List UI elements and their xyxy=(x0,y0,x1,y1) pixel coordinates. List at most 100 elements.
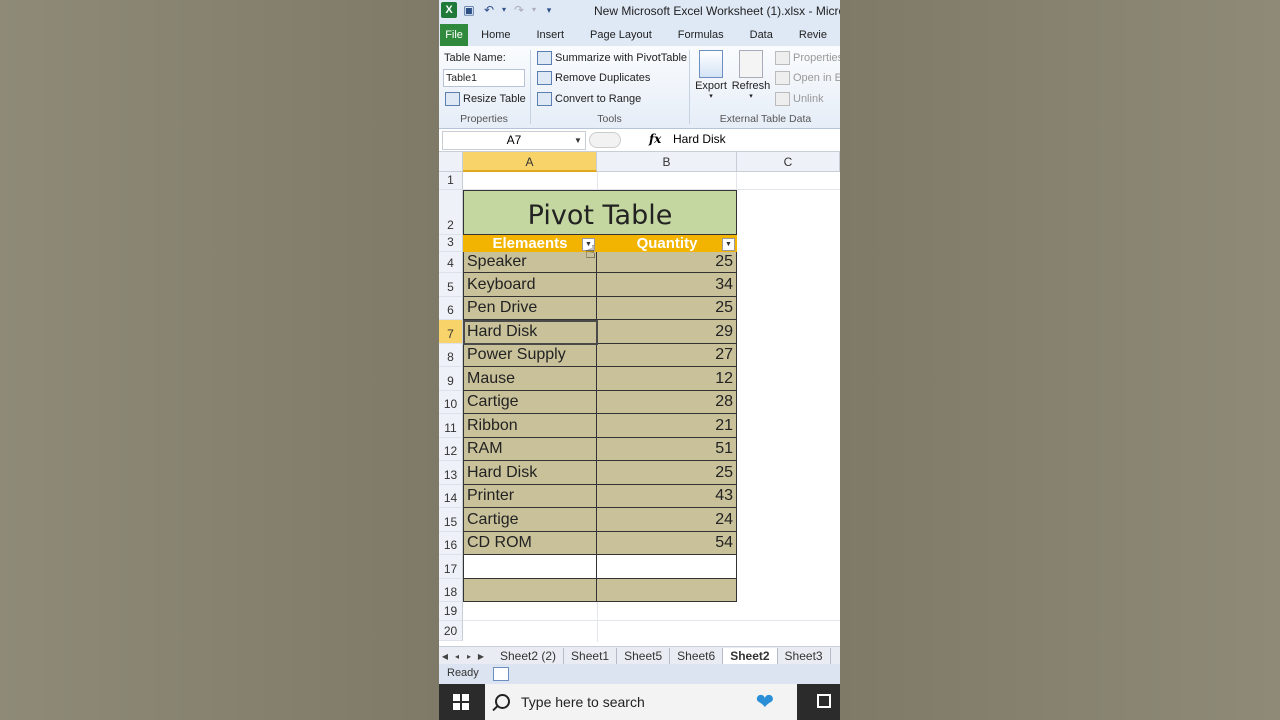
tab-home[interactable]: Home xyxy=(468,24,523,46)
open-in-browser-button[interactable]: Open in E xyxy=(775,71,840,85)
row-header-6[interactable]: 6 xyxy=(439,297,463,320)
filter-dropdown-icon[interactable]: ▼ xyxy=(722,238,735,251)
table-cell-quantity[interactable]: 29 xyxy=(597,320,737,344)
row-header-9[interactable]: 9 xyxy=(439,367,463,391)
formula-input[interactable]: Hard Disk xyxy=(673,132,726,146)
tab-page-layout[interactable]: Page Layout xyxy=(577,24,665,46)
row-header-13[interactable]: 13 xyxy=(439,461,463,485)
name-box[interactable]: A7 xyxy=(442,131,586,150)
table-cell-quantity[interactable]: 25 xyxy=(597,252,737,273)
row-header-16[interactable]: 16 xyxy=(439,532,463,555)
insert-function-icon[interactable]: fx xyxy=(649,132,661,146)
customize-toolbar-icon[interactable]: ▾ xyxy=(541,2,557,18)
table-cell-element[interactable]: Printer xyxy=(463,485,597,508)
sheet-tab-sheet6[interactable]: Sheet6 xyxy=(670,648,724,664)
resize-table-button[interactable]: Resize Table xyxy=(445,92,526,106)
export-button[interactable]: Export ▾ xyxy=(691,50,731,100)
table-cell-element[interactable]: Hard Disk xyxy=(463,320,597,344)
name-box-dropdown-icon[interactable]: ▼ xyxy=(574,136,582,145)
taskbar-search[interactable]: Type here to search ❤ xyxy=(485,684,797,720)
table-cell-quantity[interactable]: 25 xyxy=(597,297,737,320)
row-header-10[interactable]: 10 xyxy=(439,391,463,414)
table-cell-element[interactable]: RAM xyxy=(463,438,597,461)
row-header-15[interactable]: 15 xyxy=(439,508,463,532)
row-header-5[interactable]: 5 xyxy=(439,273,463,297)
table-cell-element[interactable]: Power Supply xyxy=(463,344,597,367)
sheet-tab-sheet5[interactable]: Sheet5 xyxy=(617,648,671,664)
tab-formulas[interactable]: Formulas xyxy=(665,24,737,46)
table-cell-quantity[interactable]: 43 xyxy=(597,485,737,508)
formula-bar-splitter[interactable] xyxy=(589,132,621,148)
task-view-icon[interactable] xyxy=(817,694,831,708)
properties-button[interactable]: Properties xyxy=(775,51,840,65)
table-cell-element[interactable]: Keyboard xyxy=(463,273,597,297)
header-elements[interactable]: Elemaents xyxy=(463,235,597,252)
table-cell-element[interactable]: Mause xyxy=(463,367,597,391)
row-header-19[interactable]: 19 xyxy=(439,602,463,621)
tab-data[interactable]: Data xyxy=(737,24,786,46)
sheet-tab-sheet3[interactable]: Sheet3 xyxy=(778,648,831,664)
refresh-button[interactable]: Refresh ▾ xyxy=(731,50,771,100)
header-quantity[interactable]: Quantity xyxy=(597,235,737,252)
windows-start-icon[interactable] xyxy=(453,694,469,710)
excel-logo-icon[interactable]: X xyxy=(441,2,457,18)
row-header-12[interactable]: 12 xyxy=(439,438,463,461)
row-header-18[interactable]: 18 xyxy=(439,579,463,602)
row-header-4[interactable]: 4 xyxy=(439,252,463,273)
last-sheet-icon[interactable]: ▶ xyxy=(475,652,487,661)
summarize-pivot-button[interactable]: Summarize with PivotTable xyxy=(537,51,687,65)
remove-duplicates-button[interactable]: Remove Duplicates xyxy=(537,71,650,85)
redo-icon[interactable]: ↷ xyxy=(511,2,527,18)
table-cell-quantity[interactable]: 27 xyxy=(597,344,737,367)
table-cell-quantity[interactable]: 28 xyxy=(597,391,737,414)
table-cell-element[interactable]: CD ROM xyxy=(463,532,597,555)
table-cell-quantity[interactable]: 54 xyxy=(597,532,737,555)
table-cell-element[interactable]: Ribbon xyxy=(463,414,597,438)
tab-insert[interactable]: Insert xyxy=(523,24,577,46)
next-sheet-icon[interactable]: ▸ xyxy=(463,652,475,661)
table-cell-empty[interactable] xyxy=(463,579,597,602)
convert-to-range-button[interactable]: Convert to Range xyxy=(537,92,641,106)
table-cell-quantity[interactable]: 25 xyxy=(597,461,737,485)
table-cell-quantity[interactable]: 34 xyxy=(597,273,737,297)
row-header-20[interactable]: 20 xyxy=(439,621,463,641)
table-name-input[interactable]: Table1 xyxy=(443,69,525,87)
pivot-table-title[interactable]: Pivot Table xyxy=(463,190,737,235)
column-header-b[interactable]: B xyxy=(597,152,737,172)
table-cell-quantity[interactable]: 24 xyxy=(597,508,737,532)
table-cell-element[interactable]: Pen Drive xyxy=(463,297,597,320)
tab-review[interactable]: Revie xyxy=(786,24,840,46)
table-cell-quantity[interactable]: 51 xyxy=(597,438,737,461)
table-cell-empty[interactable] xyxy=(597,579,737,602)
unlink-button[interactable]: Unlink xyxy=(775,92,824,106)
row-header-17[interactable]: 17 xyxy=(439,555,463,579)
table-cell-quantity[interactable]: 21 xyxy=(597,414,737,438)
table-cell-element[interactable]: Cartige xyxy=(463,508,597,532)
row-header-11[interactable]: 11 xyxy=(439,414,463,438)
redo-dropdown-icon[interactable]: ▾ xyxy=(531,2,537,18)
row-header-14[interactable]: 14 xyxy=(439,485,463,508)
sheet-tab-sheet2[interactable]: Sheet2 xyxy=(723,648,778,664)
column-header-a[interactable]: A xyxy=(463,152,597,172)
table-cell-element[interactable]: Hard Disk xyxy=(463,461,597,485)
undo-icon[interactable]: ↶ xyxy=(481,2,497,18)
select-all-corner[interactable] xyxy=(439,152,463,172)
table-cell-empty[interactable] xyxy=(463,555,597,579)
tab-file[interactable]: File xyxy=(440,24,469,46)
macro-record-icon[interactable] xyxy=(493,667,509,681)
column-header-c[interactable]: C xyxy=(737,152,840,172)
sheet-tab-sheet1[interactable]: Sheet1 xyxy=(564,648,618,664)
table-cell-element[interactable]: Cartige xyxy=(463,391,597,414)
prev-sheet-icon[interactable]: ◂ xyxy=(451,652,463,661)
save-icon[interactable]: ▣ xyxy=(461,2,477,18)
table-cell-quantity[interactable]: 12 xyxy=(597,367,737,391)
table-cell-element[interactable]: Speaker xyxy=(463,252,597,273)
row-header-1[interactable]: 1 xyxy=(439,172,463,190)
row-header-3[interactable]: 3 xyxy=(439,235,463,252)
table-cell-empty[interactable] xyxy=(597,555,737,579)
first-sheet-icon[interactable]: ◀ xyxy=(439,652,451,661)
row-header-7[interactable]: 7 xyxy=(439,320,463,344)
undo-dropdown-icon[interactable]: ▾ xyxy=(501,2,507,18)
row-header-8[interactable]: 8 xyxy=(439,344,463,367)
row-header-2[interactable]: 2 xyxy=(439,190,463,235)
